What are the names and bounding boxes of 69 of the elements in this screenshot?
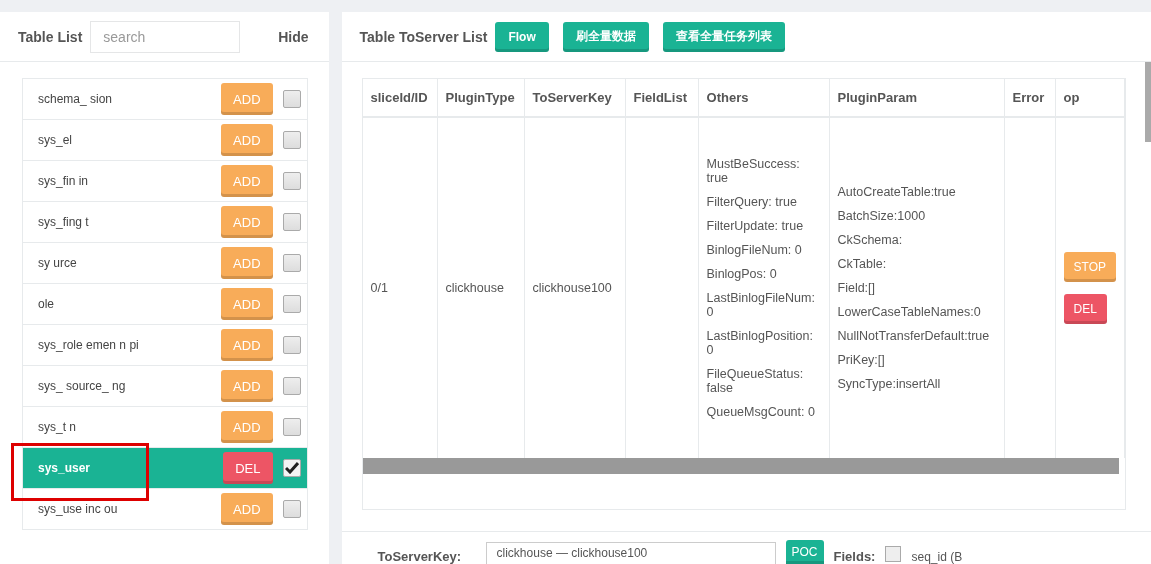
add-button[interactable]: ADD (221, 247, 273, 279)
hide-link[interactable]: Hide (278, 28, 311, 45)
table-cell-text: FileQueueStatus: false (706, 367, 805, 395)
table-cell-text: AutoCreateTable:true (837, 185, 957, 199)
toolbar-button[interactable]: Flow (495, 21, 549, 52)
search-field[interactable]: search (90, 20, 241, 53)
column-header: Others (698, 79, 830, 117)
table-cell-text: FilterUpdate: true (706, 219, 805, 233)
table-cell-text: BinlogPos: 0 (706, 267, 778, 281)
table-cell-text: LastBinlogPosition: 0 (706, 329, 814, 357)
delete-button[interactable]: DEL (223, 452, 273, 484)
column-header: PluginParam (829, 79, 1005, 117)
table-cell: clickhouse100 (532, 281, 612, 295)
checkbox[interactable] (282, 418, 301, 436)
checkbox[interactable] (282, 377, 301, 395)
add-button[interactable]: ADD (221, 206, 273, 238)
checkbox[interactable] (282, 254, 301, 272)
add-button[interactable]: ADD (221, 83, 273, 115)
checkbox[interactable] (282, 90, 301, 108)
add-button[interactable]: ADD (221, 124, 273, 156)
checkbox[interactable] (282, 459, 301, 477)
add-button[interactable]: ADD (221, 329, 273, 361)
checkbox[interactable] (282, 131, 301, 149)
column-header: FieldList (625, 79, 699, 117)
server-key-dropdown[interactable]: clickhouse — clickhouse100 (485, 542, 776, 564)
table-cell-text: CkSchema: (837, 233, 904, 247)
table-list-item[interactable]: sys_user DEL (23, 448, 307, 489)
add-button[interactable]: ADD (221, 370, 273, 402)
checkbox[interactable] (282, 336, 301, 354)
table-cell-text: FilterQuery: true (706, 195, 798, 209)
column-header: PluginType (437, 79, 525, 117)
poc-button[interactable]: POC (785, 540, 824, 564)
table-cell-text: BatchSize:1000 (837, 209, 927, 223)
table-cell-text: LastBinlogFileNum: 0 (706, 291, 816, 319)
table-cell-text: PriKey:[] (837, 353, 886, 367)
table-cell-text: MustBeSuccess: true (706, 157, 801, 185)
delete-button[interactable]: DEL (1063, 294, 1107, 324)
table-cell-text: NullNotTransferDefault:true (837, 329, 991, 343)
column-header: sliceId/ID (362, 79, 438, 117)
column-header: Error (1004, 79, 1056, 117)
add-button[interactable]: ADD (221, 165, 273, 197)
column-header: ToServerKey (524, 79, 626, 117)
panel-title: Table List (18, 28, 83, 45)
table-cell-text: Field:[] (837, 281, 877, 295)
table-cell: 0/1 (370, 281, 388, 295)
checkbox[interactable] (282, 295, 301, 313)
column-header: op (1055, 79, 1125, 117)
field-label: ToServerKey: (377, 549, 463, 564)
checkbox[interactable] (885, 546, 902, 562)
toolbar-button[interactable]: 刷全量数据 (562, 21, 649, 52)
table-cell: clickhouse (445, 281, 504, 295)
table-cell-text: LowerCaseTableNames:0 (837, 305, 982, 319)
checkbox-label: seq_id (B (911, 550, 963, 564)
scrollbar[interactable] (362, 458, 1119, 474)
scrollbar[interactable] (1145, 62, 1151, 142)
table-cell-text: BinlogFileNum: 0 (706, 243, 803, 257)
table-cell-text: SyncType:insertAll (837, 377, 942, 391)
table-cell-text: QueueMsgCount: 0 (706, 405, 816, 419)
add-button[interactable]: ADD (221, 288, 273, 320)
toolbar-button[interactable]: 查看全量任务列表 (662, 21, 785, 52)
checkbox[interactable] (282, 500, 301, 518)
checkbox[interactable] (282, 213, 301, 231)
add-button[interactable]: ADD (221, 493, 273, 525)
panel-title: Table ToServer List (359, 28, 488, 45)
field-label: Fields: (833, 549, 876, 564)
table-cell-text: CkTable: (837, 257, 888, 271)
add-button[interactable]: ADD (221, 411, 273, 443)
checkbox[interactable] (282, 172, 301, 190)
stop-button[interactable]: STOP (1063, 252, 1116, 282)
